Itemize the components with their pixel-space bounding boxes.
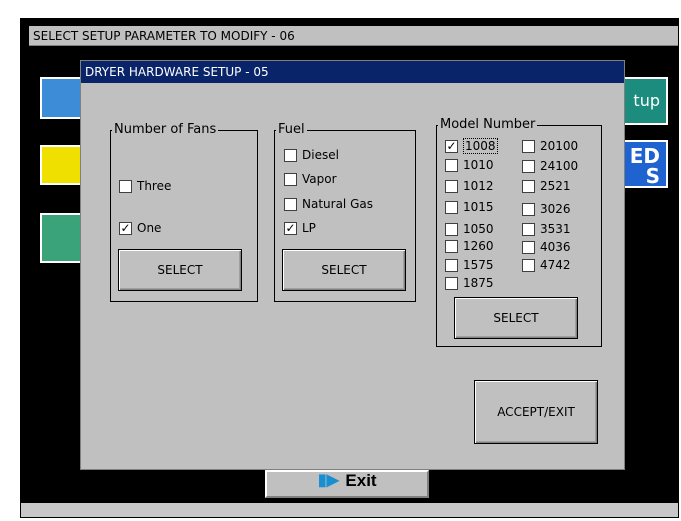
- fuel-select-button[interactable]: SELECT: [282, 249, 406, 291]
- model-4036-checkbox[interactable]: [522, 240, 535, 254]
- accept-exit-label: ACCEPT/EXIT: [497, 405, 575, 419]
- fuel-vapor-checkbox[interactable]: [284, 172, 297, 186]
- model-option-4036[interactable]: 4036: [522, 239, 571, 255]
- fans-select-button[interactable]: SELECT: [118, 249, 242, 291]
- fuel-lp-label: LP: [302, 221, 316, 235]
- fans-option-three[interactable]: Three: [119, 178, 171, 194]
- model-select-label: SELECT: [493, 311, 539, 325]
- model-1260-label: 1260: [463, 239, 494, 253]
- fuel-lp-checkbox[interactable]: ✓: [284, 221, 297, 235]
- model-1050-checkbox[interactable]: [445, 222, 458, 236]
- exit-button-label: Exit: [345, 471, 377, 490]
- model-option-1012[interactable]: 1012: [445, 178, 494, 194]
- exit-door-icon: ▮▶: [317, 472, 339, 489]
- model-option-1875[interactable]: 1875: [445, 275, 494, 291]
- model-24100-label: 24100: [540, 159, 579, 173]
- model-3026-label: 3026: [540, 202, 571, 216]
- model-4742-checkbox[interactable]: [522, 258, 535, 272]
- model-1875-label: 1875: [463, 276, 494, 290]
- model-1012-checkbox[interactable]: [445, 179, 458, 193]
- model-4036-label: 4036: [540, 240, 571, 254]
- model-1875-checkbox[interactable]: [445, 276, 458, 290]
- model-3026-checkbox[interactable]: [522, 202, 535, 216]
- fuel-option-vapor[interactable]: Vapor: [284, 171, 337, 187]
- model-option-1015[interactable]: 1015: [445, 199, 494, 215]
- model-4742-label: 4742: [540, 258, 571, 272]
- model-group-caption: Model Number: [438, 117, 538, 132]
- fuel-option-diesel[interactable]: Diesel: [284, 147, 339, 163]
- accept-exit-button[interactable]: ACCEPT/EXIT: [474, 380, 598, 444]
- exit-button[interactable]: ▮▶ Exit: [265, 470, 429, 498]
- model-option-3026[interactable]: 3026: [522, 201, 571, 217]
- fuel-natural-gas-label: Natural Gas: [302, 197, 373, 211]
- model-1575-label: 1575: [463, 258, 494, 272]
- model-option-1575[interactable]: 1575: [445, 257, 494, 273]
- model-option-4742[interactable]: 4742: [522, 257, 571, 273]
- model-1010-checkbox[interactable]: [445, 158, 458, 172]
- fans-option-one[interactable]: ✓ One: [119, 220, 161, 236]
- model-24100-checkbox[interactable]: [522, 159, 535, 173]
- model-2521-label: 2521: [540, 179, 571, 193]
- fuel-option-natural-gas[interactable]: Natural Gas: [284, 196, 373, 212]
- setup-button-label: tup: [633, 91, 660, 110]
- fans-three-label: Three: [137, 179, 172, 193]
- model-option-2521[interactable]: 2521: [522, 178, 571, 194]
- model-1015-checkbox[interactable]: [445, 200, 458, 214]
- model-1008-checkbox[interactable]: ✓: [445, 139, 458, 153]
- fuel-vapor-label: Vapor: [302, 172, 337, 186]
- screen-title: SELECT SETUP PARAMETER TO MODIFY - 06: [29, 26, 678, 46]
- model-1008-label: 1008: [463, 138, 498, 154]
- model-3531-checkbox[interactable]: [522, 222, 535, 236]
- dialog-title: DRYER HARDWARE SETUP - 05: [81, 61, 624, 83]
- model-option-3531[interactable]: 3531: [522, 221, 571, 237]
- model-option-1008[interactable]: ✓ 1008: [445, 138, 498, 154]
- model-option-1050[interactable]: 1050: [445, 221, 494, 237]
- model-option-20100[interactable]: 20100: [522, 138, 578, 154]
- fans-group-caption: Number of Fans: [112, 122, 219, 137]
- fans-select-label: SELECT: [157, 263, 203, 277]
- fuel-select-label: SELECT: [321, 263, 367, 277]
- fuel-natural-gas-checkbox[interactable]: [284, 197, 297, 211]
- model-1050-label: 1050: [463, 222, 494, 236]
- ed-button-label-2: S: [645, 164, 660, 188]
- fuel-option-lp[interactable]: ✓ LP: [284, 220, 316, 236]
- model-select-button[interactable]: SELECT: [454, 297, 578, 339]
- model-1015-label: 1015: [463, 200, 494, 214]
- fans-one-checkbox[interactable]: ✓: [119, 221, 132, 235]
- model-option-1260[interactable]: 1260: [445, 238, 494, 254]
- model-1010-label: 1010: [463, 158, 494, 172]
- model-20100-checkbox[interactable]: [522, 139, 535, 153]
- model-1575-checkbox[interactable]: [445, 258, 458, 272]
- model-2521-checkbox[interactable]: [522, 179, 535, 193]
- model-option-24100[interactable]: 24100: [522, 158, 578, 174]
- fans-one-label: One: [137, 221, 162, 235]
- fans-three-checkbox[interactable]: [119, 179, 132, 193]
- status-strip: [21, 503, 678, 517]
- fuel-group-caption: Fuel: [276, 122, 307, 137]
- model-3531-label: 3531: [540, 222, 571, 236]
- fuel-diesel-label: Diesel: [302, 148, 339, 162]
- model-option-1010[interactable]: 1010: [445, 157, 494, 173]
- model-1012-label: 1012: [463, 179, 494, 193]
- model-1260-checkbox[interactable]: [445, 239, 458, 253]
- model-20100-label: 20100: [540, 139, 579, 153]
- fuel-diesel-checkbox[interactable]: [284, 148, 297, 162]
